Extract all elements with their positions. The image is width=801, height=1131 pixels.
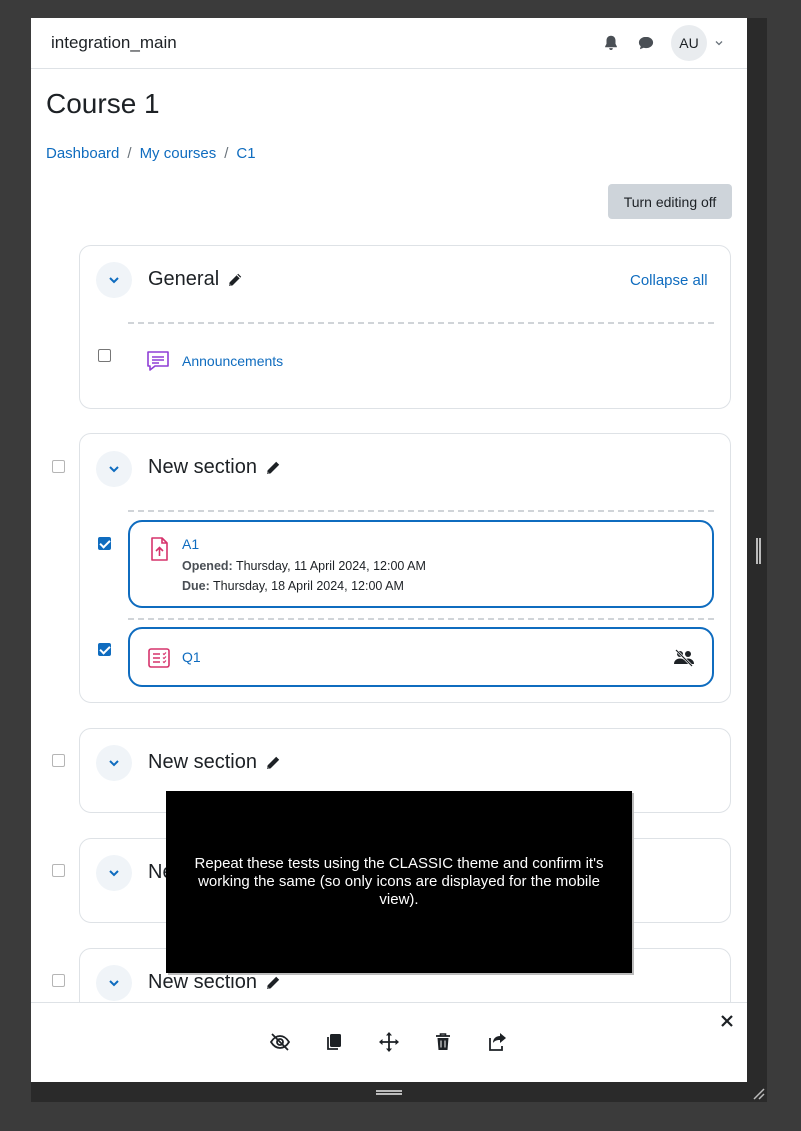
assignment-icon [151, 537, 168, 561]
forum-icon [147, 351, 169, 371]
opened-value: Thursday, 11 April 2024, 12:00 AM [235, 559, 426, 573]
instruction-text: Repeat these tests using the CLASSIC the… [194, 855, 604, 908]
section-name[interactable]: New section [148, 971, 257, 994]
section-checkbox[interactable] [52, 864, 65, 877]
a1-link[interactable]: A1 [182, 536, 199, 552]
section-name[interactable]: New section [148, 751, 257, 774]
chevron-down-icon[interactable] [714, 38, 724, 48]
breadcrumb-separator: / [127, 145, 132, 162]
collapse-all-link[interactable]: Collapse all [630, 272, 708, 289]
pencil-icon[interactable] [227, 272, 243, 288]
breadcrumb-course[interactable]: C1 [236, 145, 255, 162]
activity-q1[interactable]: Q1 [128, 627, 714, 687]
section-collapse-toggle[interactable] [96, 855, 132, 891]
quiz-icon [148, 648, 170, 668]
avatar[interactable]: AU [671, 25, 707, 61]
section-checkbox[interactable] [52, 460, 65, 473]
section-checkbox[interactable] [52, 974, 65, 987]
breadcrumb-my-courses[interactable]: My courses [140, 145, 217, 162]
share-icon[interactable] [486, 1031, 508, 1053]
corner-resize-icon[interactable] [751, 1086, 765, 1100]
section-title: New section [148, 751, 281, 774]
navbar: integration_main AU [31, 18, 747, 69]
section-divider [128, 322, 714, 324]
page-viewport: integration_main AU Course 1 Dashboard /… [31, 18, 747, 1082]
horizontal-resize-handle[interactable] [376, 1090, 402, 1095]
breadcrumb-dashboard[interactable]: Dashboard [46, 145, 119, 162]
announcements-link[interactable]: Announcements [182, 353, 283, 369]
bulk-edit-toolbar [31, 1002, 747, 1082]
section-checkbox[interactable] [52, 754, 65, 767]
chat-icon[interactable] [637, 34, 655, 52]
chevron-down-icon [109, 870, 119, 877]
section-name[interactable]: General [148, 268, 219, 291]
pencil-icon[interactable] [265, 755, 281, 771]
pencil-icon[interactable] [265, 975, 281, 991]
chevron-down-icon [109, 466, 119, 473]
opened-label: Opened: [182, 559, 233, 573]
section-general: General Collapse all Announcements [79, 245, 731, 409]
section-title: General [148, 268, 243, 291]
section-collapse-toggle[interactable] [96, 745, 132, 781]
vertical-resize-handle[interactable] [756, 538, 761, 564]
a1-opened: Opened: Thursday, 11 April 2024, 12:00 A… [182, 559, 426, 573]
move-icon[interactable] [378, 1031, 400, 1053]
a1-due: Due: Thursday, 18 April 2024, 12:00 AM [182, 579, 404, 593]
chevron-down-icon [109, 760, 119, 767]
copy-icon[interactable] [323, 1031, 345, 1053]
announcements-checkbox[interactable] [98, 349, 111, 362]
section-collapse-toggle[interactable] [96, 965, 132, 1001]
bell-icon[interactable] [602, 34, 620, 52]
trash-icon[interactable] [432, 1031, 454, 1053]
section-new-1: New section A1 Opened: Thursday, 11 Apri… [52, 433, 731, 703]
group-mode-icon[interactable] [673, 647, 695, 669]
breadcrumb-separator: / [224, 145, 229, 162]
breadcrumb: Dashboard / My courses / C1 [46, 145, 256, 162]
due-value: Thursday, 18 April 2024, 12:00 AM [213, 579, 404, 593]
instruction-overlay: Repeat these tests using the CLASSIC the… [166, 791, 632, 973]
activity-divider [128, 618, 714, 620]
section-divider [128, 510, 714, 512]
section-name[interactable]: New section [148, 456, 257, 479]
due-label: Due: [182, 579, 210, 593]
chevron-down-icon [109, 980, 119, 987]
activity-a1[interactable]: A1 Opened: Thursday, 11 April 2024, 12:0… [128, 520, 714, 608]
eye-slash-icon[interactable] [269, 1031, 291, 1053]
section-collapse-toggle[interactable] [96, 262, 132, 298]
a1-checkbox[interactable] [98, 537, 111, 550]
chevron-down-icon [109, 277, 119, 284]
q1-link[interactable]: Q1 [182, 649, 201, 665]
section-title: New section [148, 971, 281, 994]
turn-editing-off-button[interactable]: Turn editing off [608, 184, 732, 219]
close-icon[interactable] [719, 1013, 735, 1029]
section-collapse-toggle[interactable] [96, 451, 132, 487]
site-name[interactable]: integration_main [51, 33, 177, 53]
page-title: Course 1 [46, 88, 160, 119]
pencil-icon[interactable] [265, 460, 281, 476]
browser-frame: integration_main AU Course 1 Dashboard /… [31, 18, 767, 1102]
q1-checkbox[interactable] [98, 643, 111, 656]
section-title: New section [148, 456, 281, 479]
